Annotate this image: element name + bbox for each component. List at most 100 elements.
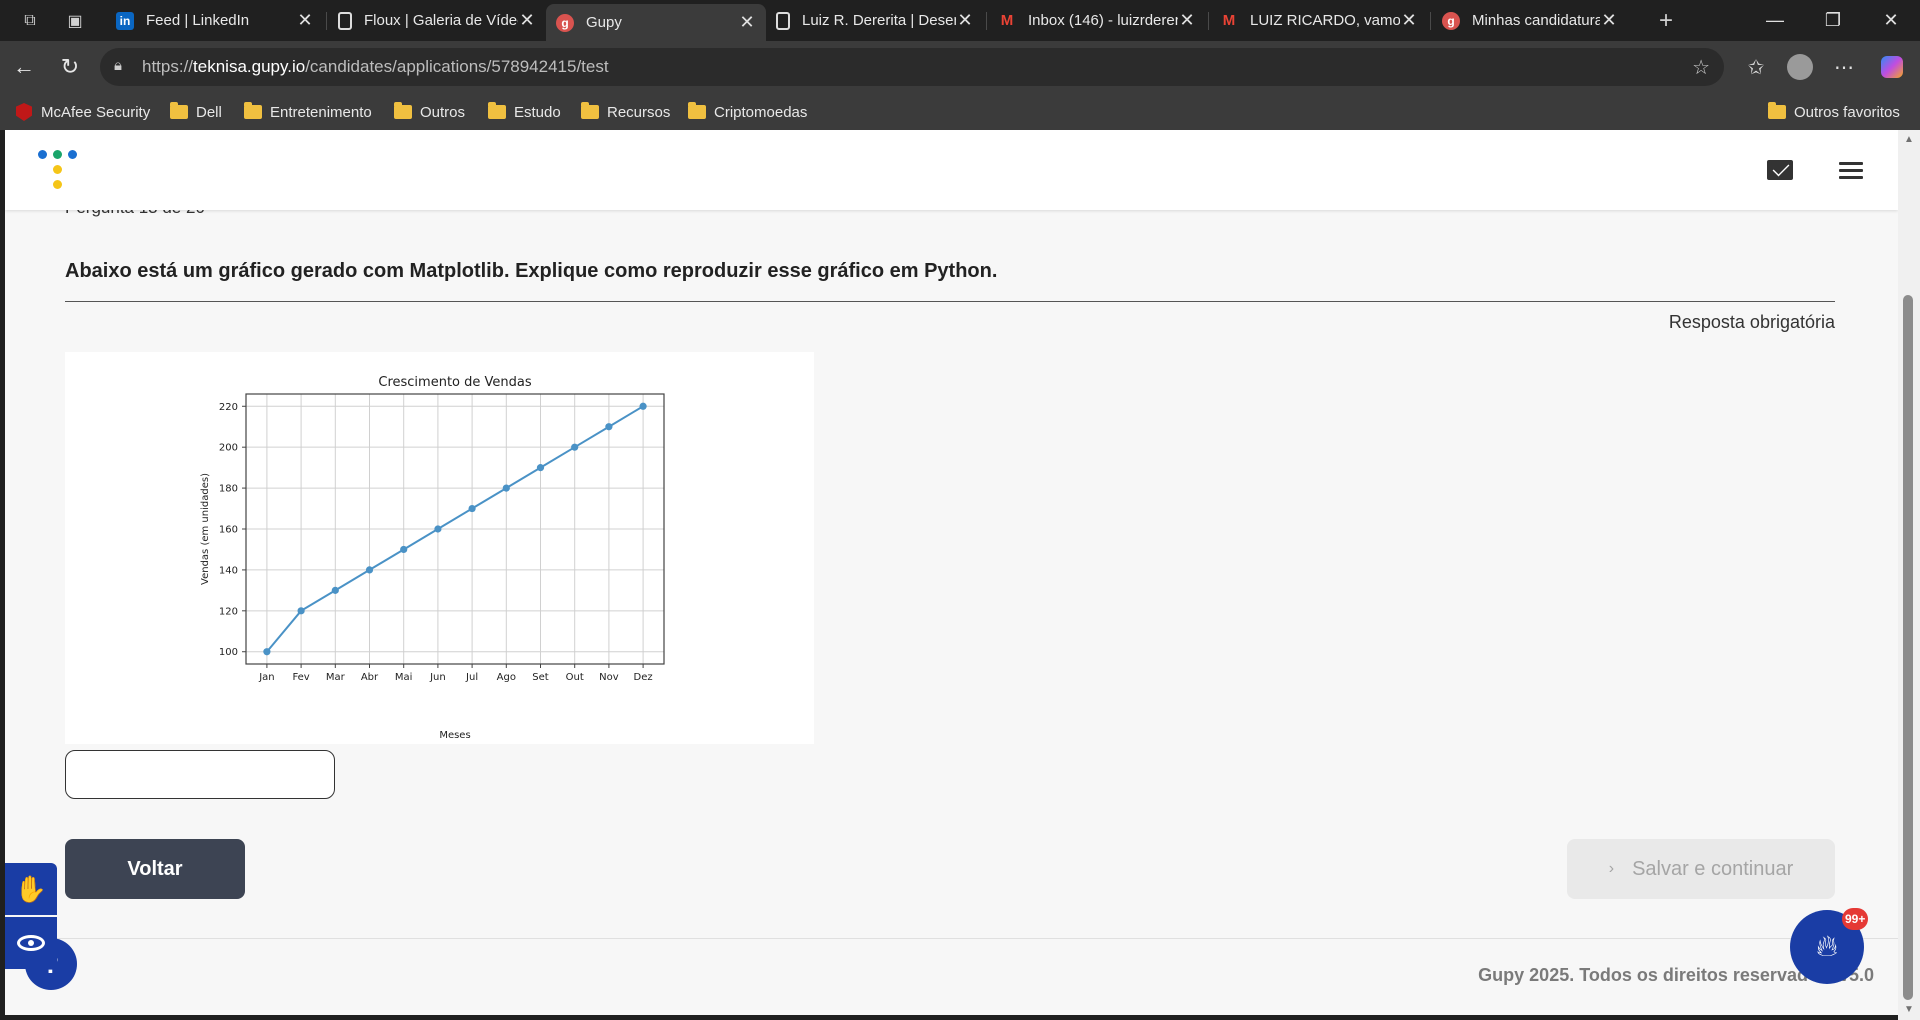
logo-dot	[53, 180, 62, 189]
tab-separator	[326, 12, 327, 30]
tab-title: Inbox (146) - luizrdererita	[1028, 12, 1178, 29]
save-continue-label: Salvar e continuar	[1632, 857, 1794, 880]
tab-title: Gupy	[586, 14, 622, 31]
y-tick-label: 220	[219, 402, 238, 413]
x-tick-label: Nov	[599, 672, 619, 683]
y-tick-label: 100	[219, 647, 238, 658]
x-axis: Jan Fev Mar Abr Mai Jun Jul Ago Set Out Nov Dez	[258, 664, 653, 683]
data-point	[434, 525, 442, 533]
back-arrow-icon[interactable]: ←	[8, 51, 40, 83]
data-point	[639, 402, 647, 410]
close-tab-icon[interactable]: ✕	[1400, 10, 1418, 31]
bookmark-mcafee[interactable]: McAfee Security	[16, 101, 150, 123]
close-tab-icon[interactable]: ✕	[1600, 10, 1618, 31]
tab-floux[interactable]: Floux | Galeria de Vídeos ✕	[328, 4, 546, 37]
bookmarks-bar: McAfee Security Dell Entretenimento Outr…	[0, 94, 1920, 130]
tab-candidaturas[interactable]: g Minhas candidaturas ✕	[1432, 4, 1628, 37]
tab-linkedin[interactable]: in Feed | LinkedIn ✕	[106, 4, 324, 37]
bookmark-folder-estudo[interactable]: Estudo	[488, 101, 561, 123]
copilot-icon[interactable]	[1876, 51, 1908, 83]
bookmark-label: Estudo	[514, 103, 561, 121]
mail-icon[interactable]	[1767, 160, 1793, 180]
minimize-icon[interactable]: —	[1746, 0, 1804, 41]
workspaces-icon[interactable]: ⧉	[10, 0, 50, 41]
url-prefix: https://	[142, 57, 194, 76]
gmail-icon: M	[1222, 12, 1236, 29]
y-tick-label: 120	[219, 606, 238, 617]
x-tick-label: Set	[532, 672, 549, 683]
tab-gmail-inbox[interactable]: M Inbox (146) - luizrdererita ✕	[988, 4, 1206, 37]
gupy-icon: g	[1442, 11, 1460, 30]
tab-title: Luiz R. Dererita | Desenvolvedor	[802, 12, 956, 29]
page-scrollbar[interactable]: ▲ ▼	[1898, 130, 1920, 1020]
scroll-up-icon[interactable]: ▲	[1903, 134, 1915, 146]
x-axis-label: Meses	[439, 730, 470, 741]
address-bar[interactable]: 🔒︎ https://teknisa.gupy.io/candidates/ap…	[100, 48, 1724, 86]
close-tab-icon[interactable]: ✕	[738, 12, 756, 33]
hamburger-menu-icon[interactable]	[1839, 162, 1863, 180]
profile-avatar[interactable]	[1787, 54, 1813, 80]
more-options-icon[interactable]: ⋯	[1828, 51, 1860, 83]
tab-title: Feed | LinkedIn	[146, 12, 250, 29]
y-tick-label: 160	[219, 525, 238, 536]
new-tab-button[interactable]: +	[1646, 0, 1686, 41]
close-window-icon[interactable]: ✕	[1862, 0, 1920, 41]
close-tab-icon[interactable]: ✕	[956, 10, 974, 31]
x-tick-label: Out	[566, 672, 584, 683]
data-point	[536, 464, 545, 472]
favorite-star-icon[interactable]: ☆	[1692, 55, 1710, 80]
gupy-icon: g	[556, 13, 574, 32]
favorites-icon[interactable]: ✩	[1740, 51, 1772, 83]
save-continue-button[interactable]: › Salvar e continuar	[1567, 839, 1835, 899]
x-tick-label: Dez	[634, 672, 653, 683]
footer-divider	[5, 938, 1898, 939]
close-tab-icon[interactable]: ✕	[296, 10, 314, 31]
bookmark-folder-dell[interactable]: Dell	[170, 101, 222, 123]
tab-gupy[interactable]: g Gupy ✕	[546, 4, 766, 41]
close-tab-icon[interactable]: ✕	[1178, 10, 1196, 31]
x-tick-label: Abr	[361, 672, 379, 683]
bookmark-folder-entretenimento[interactable]: Entretenimento	[244, 101, 372, 123]
sign-language-icon[interactable]: ✋	[5, 863, 57, 915]
data-point	[468, 504, 476, 513]
bookmark-label: Criptomoedas	[714, 103, 808, 121]
tab-portfolio[interactable]: Luiz R. Dererita | Desenvolvedor ✕	[766, 4, 984, 37]
data-point	[400, 545, 408, 554]
x-tick-label: Jun	[429, 672, 446, 683]
data-point	[365, 566, 374, 574]
question-chart-image: 100 120 140 160 180 200 220 Jan Fev Mar Abr Mai Jun…	[65, 352, 814, 744]
folder-icon	[581, 102, 599, 119]
folder-icon	[688, 102, 706, 119]
logo-dot	[53, 150, 62, 159]
accessibility-eye-icon[interactable]	[5, 917, 57, 969]
data-point	[263, 648, 271, 656]
scroll-down-icon[interactable]: ▼	[1903, 1004, 1915, 1016]
answer-input[interactable]	[65, 750, 335, 799]
tab-separator	[986, 12, 987, 30]
x-tick-label: Jan	[258, 672, 274, 683]
bookmark-folder-other-favorites[interactable]: Outros favoritos	[1768, 101, 1900, 123]
logo-dot	[53, 165, 62, 174]
restore-icon[interactable]: ❐	[1804, 0, 1862, 41]
data-point	[571, 443, 579, 451]
back-button[interactable]: Voltar	[65, 839, 245, 899]
gupy-logo[interactable]	[38, 150, 84, 196]
line-chart: 100 120 140 160 180 200 220 Jan Fev Mar Abr Mai Jun…	[200, 375, 665, 741]
lock-icon: 🔒︎	[114, 57, 122, 74]
tab-separator	[1208, 12, 1209, 30]
url-host: teknisa.gupy.io	[193, 57, 306, 76]
y-axis: 100 120 140 160 180 200 220	[219, 402, 246, 658]
chart-grid	[246, 394, 664, 664]
data-point	[331, 586, 339, 594]
scrollbar-thumb[interactable]	[1903, 295, 1913, 1000]
bookmark-folder-criptomoedas[interactable]: Criptomoedas	[688, 101, 807, 123]
bookmark-folder-recursos[interactable]: Recursos	[581, 101, 670, 123]
tab-gmail-message[interactable]: M LUIZ RICARDO, vamos ✕	[1210, 4, 1428, 37]
chevron-right-icon: ›	[1608, 860, 1615, 877]
logo-dot	[68, 150, 77, 159]
bookmark-label: McAfee Security	[41, 103, 151, 121]
close-tab-icon[interactable]: ✕	[518, 10, 536, 31]
vertical-tabs-icon[interactable]: ▣	[55, 0, 95, 41]
bookmark-folder-outros[interactable]: Outros	[394, 101, 465, 123]
refresh-icon[interactable]: ↻	[54, 51, 86, 83]
